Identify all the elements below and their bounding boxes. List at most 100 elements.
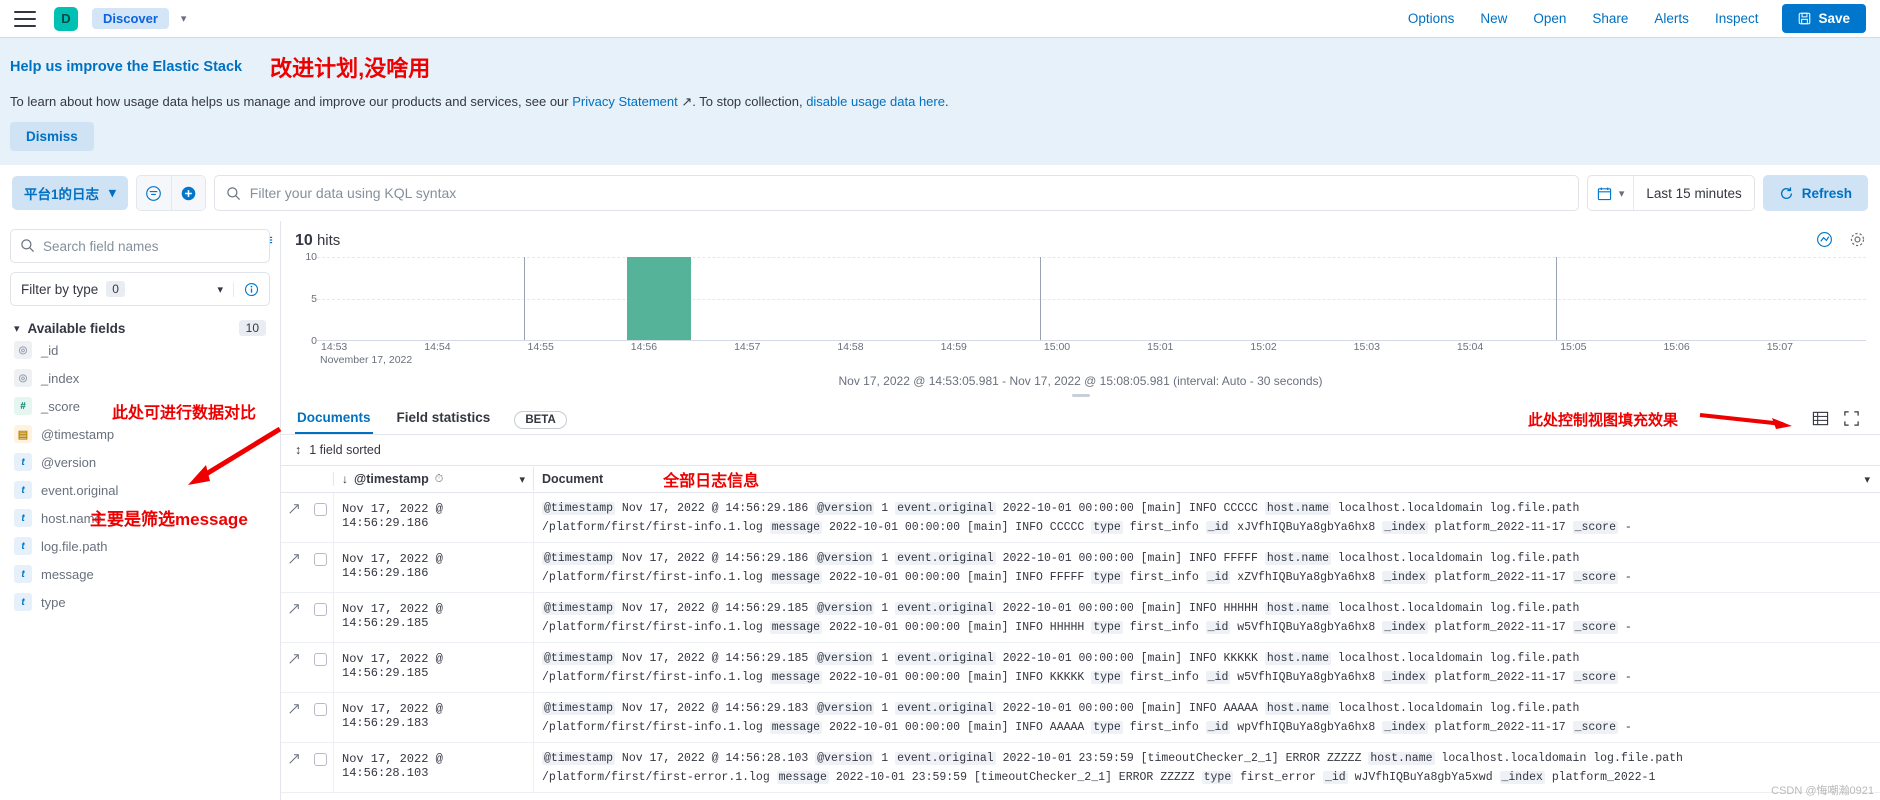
hits-number: 10 — [295, 232, 313, 249]
expand-row-button[interactable] — [281, 743, 307, 792]
field-item-index[interactable]: ◎ _index — [10, 364, 270, 392]
nav-new[interactable]: New — [1480, 11, 1507, 26]
histogram-bar[interactable] — [626, 257, 691, 340]
calendar-icon — [1597, 187, 1612, 200]
row-checkbox[interactable] — [313, 603, 327, 616]
fullscreen-icon[interactable] — [1843, 410, 1860, 430]
chevron-down-icon[interactable]: ▾ — [519, 473, 533, 486]
tab-documents[interactable]: Documents — [295, 405, 373, 434]
menu-hamburger-icon[interactable] — [14, 10, 36, 27]
gear-icon[interactable] — [1849, 231, 1866, 251]
row-density-icon[interactable] — [1812, 410, 1829, 430]
expand-row-button[interactable] — [281, 693, 307, 742]
dismiss-button[interactable]: Dismiss — [10, 122, 94, 151]
field-item-type[interactable]: t type — [10, 588, 270, 616]
data-view-selector[interactable]: 平台1的日志 ▾ — [12, 176, 128, 210]
chevron-down-icon: ▾ — [217, 283, 223, 296]
x-tick-label: 14:58 — [837, 341, 864, 353]
expand-row-button[interactable] — [281, 643, 307, 692]
nav-open[interactable]: Open — [1533, 11, 1566, 26]
nav-options[interactable]: Options — [1408, 11, 1455, 26]
field-item-score[interactable]: # _score — [10, 392, 270, 420]
field-name: log.file.path — [41, 538, 108, 554]
nav-alerts[interactable]: Alerts — [1654, 11, 1689, 26]
document-line-1: @timestamp Nov 17, 2022 @ 14:56:28.103 @… — [542, 752, 1683, 765]
app-logo: D — [54, 6, 78, 31]
expand-row-button[interactable] — [281, 593, 307, 642]
row-select-cell[interactable] — [307, 593, 333, 642]
query-bar: 平台1的日志 ▾ Filter your data using KQL synt… — [0, 165, 1880, 221]
documents-grid: ↓ @timestamp ⏱ ▾ Document 全部日志信息 ▾ Nov 1… — [281, 465, 1880, 800]
available-fields-header[interactable]: ▾ Available fields 10 — [10, 320, 270, 336]
filter-by-type-count: 0 — [106, 281, 125, 297]
tab-field-statistics[interactable]: Field statistics — [395, 405, 493, 434]
kql-search-input[interactable]: Filter your data using KQL syntax — [213, 175, 1579, 211]
chevron-down-icon[interactable]: ▾ — [181, 12, 187, 25]
field-item-hostname[interactable]: t host.name — [10, 504, 270, 532]
row-select-cell[interactable] — [307, 743, 333, 792]
add-filter-button[interactable] — [170, 176, 205, 210]
breadcrumb[interactable]: Discover — [92, 8, 169, 29]
chart-x-axis: 14:53 14:54 14:55 14:56 14:57 14:58 14:59 15:00… — [317, 341, 1866, 354]
chart-type-icon[interactable] — [1816, 231, 1833, 251]
field-item-eventoriginal[interactable]: t event.original — [10, 476, 270, 504]
field-item-logfilepath[interactable]: t log.file.path — [10, 532, 270, 560]
row-select-cell[interactable] — [307, 493, 333, 542]
x-tick-label: 15:06 — [1663, 341, 1690, 353]
document-column-header[interactable]: Document 全部日志信息 ▾ — [533, 467, 1880, 491]
row-checkbox[interactable] — [313, 753, 327, 766]
filter-icon — [146, 185, 162, 201]
chart-options — [1816, 231, 1866, 251]
expand-row-button[interactable] — [281, 543, 307, 592]
table-row[interactable]: Nov 17, 2022 @ 14:56:29.186 @timestamp No… — [281, 543, 1880, 593]
field-item-message[interactable]: t message — [10, 560, 270, 588]
expand-row-button[interactable] — [281, 493, 307, 542]
row-document: @timestamp Nov 17, 2022 @ 14:56:28.103 @… — [533, 743, 1880, 792]
table-row[interactable]: Nov 17, 2022 @ 14:56:29.186 @timestamp No… — [281, 493, 1880, 543]
nav-share[interactable]: Share — [1592, 11, 1628, 26]
table-row[interactable]: Nov 17, 2022 @ 14:56:28.103 @timestamp No… — [281, 743, 1880, 793]
field-type-icon: ▤ — [14, 425, 32, 443]
banner-title: Help us improve the Elastic Stack — [10, 59, 243, 75]
row-checkbox[interactable] — [313, 703, 327, 716]
field-type-icon: t — [14, 481, 32, 499]
filter-options-button[interactable] — [136, 176, 171, 210]
clock-icon: ⏱ — [434, 472, 444, 485]
document-line-2: /platform/first/first-info.1.log message… — [542, 520, 1632, 534]
row-checkbox[interactable] — [313, 653, 327, 666]
filter-by-type-label: Filter by type — [21, 281, 99, 297]
field-search-input[interactable] — [10, 229, 270, 263]
filter-by-type-dropdown[interactable]: Filter by type 0 ▾ — [11, 281, 233, 297]
tab-right-tools: 此处控制视图填充效果 — [1528, 409, 1866, 431]
row-select-cell[interactable] — [307, 643, 333, 692]
row-checkbox[interactable] — [313, 553, 327, 566]
panel-resize-handle[interactable] — [1071, 394, 1090, 397]
field-item-version[interactable]: t @version — [10, 448, 270, 476]
save-button[interactable]: Save — [1782, 4, 1866, 33]
chevron-down-icon[interactable]: ▾ — [1864, 473, 1880, 486]
field-item-id[interactable]: ◎ _id — [10, 336, 270, 364]
expand-icon — [289, 654, 299, 664]
timestamp-column-header[interactable]: ↓ @timestamp ⏱ ▾ — [333, 472, 533, 486]
sort-row[interactable]: ↕ 1 field sorted — [281, 435, 1880, 465]
table-row[interactable]: Nov 17, 2022 @ 14:56:29.185 @timestamp No… — [281, 593, 1880, 643]
sorted-fields-label: 1 field sorted — [309, 443, 381, 457]
document-line-1: @timestamp Nov 17, 2022 @ 14:56:29.185 @… — [542, 602, 1580, 615]
nav-inspect[interactable]: Inspect — [1715, 11, 1759, 26]
refresh-button[interactable]: Refresh — [1762, 175, 1868, 211]
disable-usage-data-link[interactable]: disable usage data here — [806, 94, 945, 109]
chart-plot[interactable] — [317, 257, 1866, 341]
row-checkbox[interactable] — [313, 503, 327, 516]
time-range-label[interactable]: Last 15 minutes — [1633, 176, 1753, 210]
field-item-timestamp[interactable]: ▤ @timestamp — [10, 420, 270, 448]
table-row[interactable]: Nov 17, 2022 @ 14:56:29.185 @timestamp No… — [281, 643, 1880, 693]
privacy-statement-link[interactable]: Privacy Statement — [572, 94, 678, 109]
row-select-cell[interactable] — [307, 543, 333, 592]
calendar-quick-select[interactable]: ▾ — [1588, 186, 1634, 201]
gridline — [317, 257, 1866, 258]
row-timestamp: Nov 17, 2022 @ 14:56:29.185 — [333, 643, 533, 692]
field-info-button[interactable] — [233, 281, 269, 297]
document-line-2: /platform/first/first-info.1.log message… — [542, 670, 1632, 684]
table-row[interactable]: Nov 17, 2022 @ 14:56:29.183 @timestamp No… — [281, 693, 1880, 743]
row-select-cell[interactable] — [307, 693, 333, 742]
